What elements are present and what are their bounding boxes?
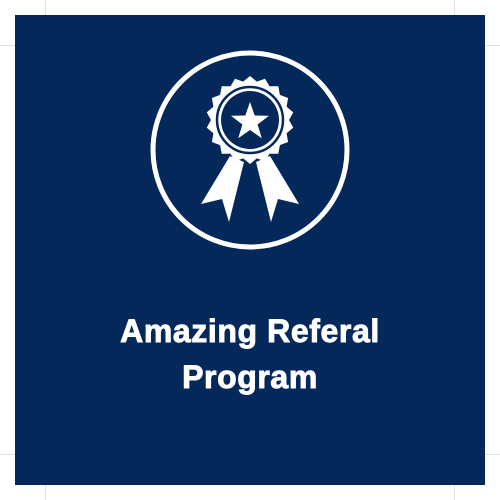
title-line-2: Program: [182, 359, 318, 396]
ribbon-right: [256, 156, 299, 222]
ribbon-left: [201, 156, 244, 222]
award-ribbon-star-icon: [150, 50, 350, 250]
title-line-1: Amazing Referal: [120, 313, 380, 350]
